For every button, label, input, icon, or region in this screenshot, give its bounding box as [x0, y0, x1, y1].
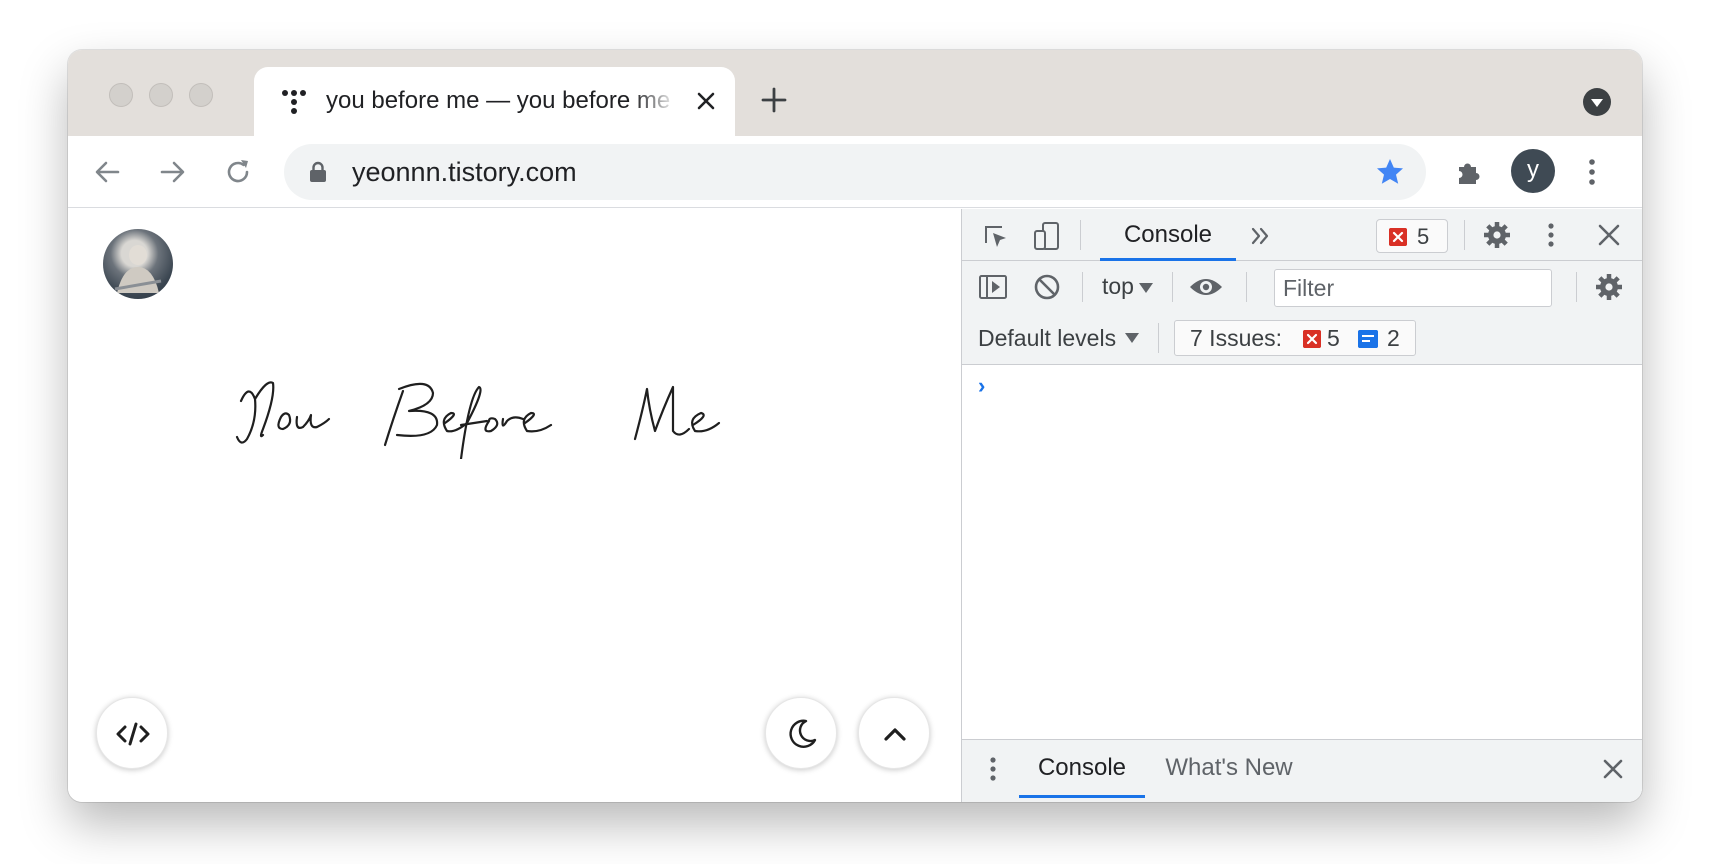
code-button[interactable]: [96, 697, 168, 769]
tab-search-chevron-icon[interactable]: [1582, 87, 1612, 117]
url-text[interactable]: yeonnn.tistory.com: [352, 156, 577, 188]
profile-photo-icon: [114, 245, 162, 293]
console-levels-bar: Default levels 7 Issues: 5 2: [962, 313, 1642, 365]
context-dropdown-arrow-icon[interactable]: [1136, 273, 1156, 303]
blog-page: [68, 209, 961, 802]
tab-title: you before me — you before me: [326, 87, 671, 114]
toolbar-separator: [1082, 272, 1083, 302]
browser-window: you before me — you before me yeonnn.tis…: [68, 50, 1642, 802]
error-x-icon: [1389, 228, 1407, 246]
tab-console[interactable]: Console: [1100, 209, 1236, 261]
clear-console-icon[interactable]: [1032, 272, 1062, 302]
devtools-tabbar: Console 5: [962, 209, 1642, 261]
devtools-close-icon[interactable]: [1594, 220, 1624, 250]
address-bar[interactable]: yeonnn.tistory.com: [284, 144, 1426, 200]
error-count-badge[interactable]: 5: [1376, 219, 1448, 253]
issue-message-count: 2: [1387, 325, 1400, 351]
issue-message-icon: [1358, 330, 1378, 348]
console-settings-gear-icon[interactable]: [1594, 272, 1624, 302]
browser-toolbar: yeonnn.tistory.com y: [68, 136, 1642, 208]
profile-avatar[interactable]: y: [1511, 149, 1555, 193]
new-tab-plus-icon[interactable]: [758, 84, 790, 116]
default-levels-dropdown[interactable]: Default levels: [978, 323, 1116, 353]
browser-tab[interactable]: you before me — you before me: [254, 67, 735, 136]
sidebar-toggle-icon[interactable]: [978, 272, 1008, 302]
console-output[interactable]: ›: [962, 365, 1642, 739]
drawer-tab-underline: [1019, 795, 1145, 798]
levels-dropdown-arrow-icon[interactable]: [1122, 323, 1142, 353]
inspect-element-icon[interactable]: [980, 221, 1010, 251]
context-selector[interactable]: top: [1102, 271, 1134, 301]
blog-profile-avatar[interactable]: [103, 229, 173, 299]
reload-icon[interactable]: [220, 154, 256, 190]
default-levels-label: Default levels: [978, 325, 1117, 351]
console-prompt-chevron-icon[interactable]: ›: [978, 373, 985, 399]
drawer-menu-kebab-icon[interactable]: [978, 754, 1008, 784]
signature-title: [235, 381, 721, 459]
toolbar-separator: [1158, 323, 1159, 353]
chevron-up-icon: [884, 728, 906, 741]
console-filter-input[interactable]: [1274, 269, 1552, 307]
window-zoom-light[interactable]: [189, 83, 213, 107]
window-close-light[interactable]: [109, 83, 133, 107]
code-icon: [116, 722, 150, 746]
forward-arrow-icon[interactable]: [154, 154, 190, 190]
tistory-dots-icon: [282, 90, 306, 114]
issue-error-count: 5: [1327, 325, 1340, 351]
tab-separator: [1464, 220, 1465, 250]
moon-icon: [789, 719, 817, 748]
issues-label: 7 Issues:: [1190, 325, 1283, 351]
settings-gear-icon[interactable]: [1482, 220, 1512, 250]
toolbar-separator: [1172, 272, 1173, 302]
tab-close-icon[interactable]: [692, 87, 720, 115]
issues-button[interactable]: 7 Issues: 5 2: [1174, 320, 1416, 356]
issue-error-icon: [1303, 330, 1321, 348]
extensions-puzzle-icon[interactable]: [1452, 154, 1488, 190]
devtools-menu-kebab-icon[interactable]: [1536, 220, 1566, 250]
tab-separator: [1080, 220, 1081, 250]
browser-menu-kebab-icon[interactable]: [1574, 154, 1610, 190]
live-expression-eye-icon[interactable]: [1188, 272, 1224, 302]
lock-icon[interactable]: [308, 161, 328, 183]
toolbar-separator: [1246, 272, 1247, 302]
drawer-tab-console[interactable]: Console: [1019, 740, 1145, 798]
window-minimize-light[interactable]: [149, 83, 173, 107]
context-selector-label: top: [1102, 273, 1134, 299]
toolbar-separator: [1576, 272, 1577, 302]
console-toolbar: top: [962, 261, 1642, 313]
more-tabs-chevron-icon[interactable]: [1246, 221, 1276, 251]
dark-mode-button[interactable]: [765, 697, 837, 769]
bookmark-star-icon[interactable]: [1374, 156, 1406, 188]
devtools-drawer: Console What's New: [962, 739, 1642, 802]
device-toolbar-icon[interactable]: [1032, 221, 1062, 251]
tab-strip: you before me — you before me: [68, 50, 1642, 136]
drawer-close-icon[interactable]: [1598, 754, 1628, 784]
drawer-tab-whats-new[interactable]: What's New: [1158, 740, 1300, 798]
error-count: 5: [1417, 224, 1430, 249]
back-arrow-icon[interactable]: [90, 154, 126, 190]
devtools-panel: Console 5 top Filter Default levels 7 Is…: [961, 209, 1642, 802]
scroll-top-button[interactable]: [858, 697, 930, 769]
